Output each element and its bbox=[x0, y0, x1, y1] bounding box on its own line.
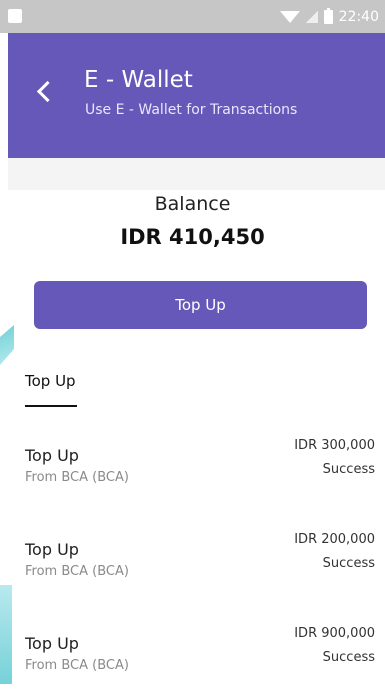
transaction-row[interactable]: Top Up From BCA (BCA) IDR 200,000 Succes… bbox=[0, 526, 385, 596]
transaction-amount: IDR 300,000 bbox=[294, 438, 375, 453]
transaction-title: Top Up bbox=[25, 634, 79, 653]
image-icon bbox=[8, 9, 22, 23]
transaction-status: Success bbox=[322, 556, 375, 571]
transaction-amount: IDR 200,000 bbox=[294, 532, 375, 547]
decorative-edge-shape bbox=[0, 325, 14, 365]
transaction-amount: IDR 900,000 bbox=[294, 626, 375, 641]
battery-icon bbox=[323, 8, 333, 24]
balance-label: Balance bbox=[154, 193, 231, 215]
transaction-source: From BCA (BCA) bbox=[25, 470, 129, 485]
transaction-row[interactable]: Top Up From BCA (BCA) IDR 900,000 Succes… bbox=[0, 620, 385, 690]
transaction-title: Top Up bbox=[25, 446, 79, 465]
transaction-status: Success bbox=[322, 650, 375, 665]
transaction-source: From BCA (BCA) bbox=[25, 564, 129, 579]
balance-value: IDR 410,450 bbox=[120, 225, 265, 249]
transaction-status: Success bbox=[322, 462, 375, 477]
page-title: E - Wallet bbox=[84, 67, 193, 93]
page-subtitle: Use E - Wallet for Transactions bbox=[85, 102, 298, 118]
transaction-row[interactable]: Top Up From BCA (BCA) IDR 300,000 Succes… bbox=[0, 432, 385, 502]
transaction-title: Top Up bbox=[25, 540, 79, 559]
status-time: 22:40 bbox=[338, 9, 379, 25]
top-up-button[interactable]: Top Up bbox=[34, 281, 367, 329]
tab-active-indicator bbox=[25, 405, 77, 407]
signal-icon bbox=[305, 11, 318, 23]
tab-top-up[interactable]: Top Up bbox=[25, 372, 76, 390]
header-divider-band bbox=[8, 158, 385, 190]
transaction-source: From BCA (BCA) bbox=[25, 658, 129, 673]
wifi-icon bbox=[279, 11, 300, 23]
app-header bbox=[8, 33, 385, 158]
status-icons: 22:40 bbox=[279, 8, 379, 26]
status-bar: 22:40 bbox=[0, 0, 385, 33]
